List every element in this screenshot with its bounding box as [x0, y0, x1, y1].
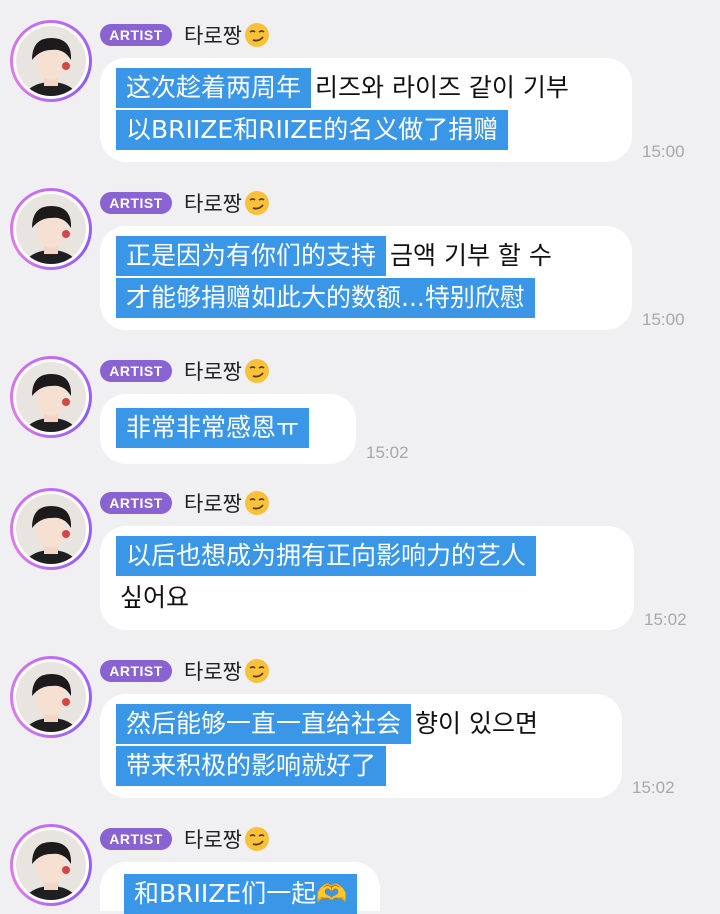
message-line: 非常非常感恩ㅠ — [116, 408, 310, 448]
message-bubble[interactable]: 非常非常感恩ㅠ — [100, 394, 356, 464]
sender-avatar[interactable] — [10, 824, 92, 906]
chat-message: ARTIST 타로짱 和BRIIZE们一起🫶 — [0, 804, 720, 914]
message-line: 싶어요 — [116, 578, 189, 618]
sender-name: 타로짱 — [184, 660, 242, 684]
sender-name: 타로짱 — [184, 492, 242, 516]
smirking-face-icon — [244, 826, 270, 852]
sender-avatar[interactable] — [10, 488, 92, 570]
korean-text: 금액 기부 할 수 — [390, 241, 552, 270]
korean-text: 향이 있으면 — [415, 709, 538, 738]
message-bubble[interactable]: 然后能够一直一直给社会 향이 있으면 带来积极的影响就好了 — [100, 694, 622, 798]
artist-badge: ARTIST — [100, 360, 172, 382]
message-line: 以BRIIZE和RIIZE的名义做了捐赠 — [116, 110, 509, 150]
sender-name-row: 타로짱 — [184, 20, 270, 50]
message-line: 这次趁着两周年 리즈와 라이즈 같이 기부 — [116, 68, 569, 108]
sender-name-row: 타로짱 — [184, 488, 270, 518]
sender-name-row: 타로짱 — [184, 824, 270, 854]
sender-name: 타로짱 — [184, 192, 242, 216]
highlighted-text: 然后能够一直一直给社会 — [116, 704, 412, 744]
message-bubble[interactable]: 这次趁着两周年 리즈와 라이즈 같이 기부 以BRIIZE和RIIZE的名义做了捐… — [100, 58, 632, 162]
artist-badge: ARTIST — [100, 492, 172, 514]
chat-message: ARTIST 타로짱 然后能够一直一直给社会 향이 있으면 带来积极的影响就好了 … — [0, 636, 720, 804]
highlighted-text: 带来积极的影响就好了 — [116, 746, 387, 786]
sender-name: 타로짱 — [184, 360, 242, 384]
chat-message: ARTIST 타로짱 以后也想成为拥有正向影响力的艺人 싶어요 15:02 — [0, 468, 720, 636]
timestamp: 15:00 — [642, 142, 685, 161]
sender-avatar[interactable] — [10, 656, 92, 738]
smirking-face-icon — [244, 658, 270, 684]
sender-name-row: 타로짱 — [184, 356, 270, 386]
timestamp: 15:00 — [642, 310, 685, 329]
sender-name: 타로짱 — [184, 24, 242, 48]
smirking-face-icon — [244, 358, 270, 384]
sender-name-row: 타로짱 — [184, 188, 270, 218]
smirking-face-icon — [244, 490, 270, 516]
highlighted-text: 这次趁着两周年 — [116, 68, 312, 108]
highlighted-text: 正是因为有你们的支持 — [116, 236, 387, 276]
highlighted-text: 非常非常感恩ㅠ — [116, 408, 310, 448]
sender-name: 타로짱 — [184, 828, 242, 852]
highlighted-text: 和BRIIZE们一起🫶 — [124, 874, 358, 914]
highlighted-text: 以BRIIZE和RIIZE的名义做了捐赠 — [116, 110, 509, 150]
smirking-face-icon — [244, 190, 270, 216]
timestamp: 15:02 — [644, 610, 687, 629]
message-line: 然后能够一直一直给社会 향이 있으면 — [116, 704, 538, 744]
smirking-face-icon — [244, 22, 270, 48]
timestamp: 15:02 — [632, 778, 675, 797]
artist-badge: ARTIST — [100, 828, 172, 850]
message-line: 和BRIIZE们一起🫶 — [124, 874, 358, 914]
message-line: 正是因为有你们的支持 금액 기부 할 수 — [116, 236, 552, 276]
message-bubble[interactable]: 以后也想成为拥有正向影响力的艺人 싶어요 — [100, 526, 634, 630]
timestamp: 15:02 — [366, 443, 409, 462]
sender-name-row: 타로짱 — [184, 656, 270, 686]
message-bubble[interactable]: 正是因为有你们的支持 금액 기부 할 수 才能够捐赠如此大的数额...特别欣慰 — [100, 226, 632, 330]
korean-text: 리즈와 라이즈 같이 기부 — [315, 73, 569, 102]
highlighted-text: 以后也想成为拥有正向影响力的艺人 — [116, 536, 537, 576]
sender-avatar[interactable] — [10, 20, 92, 102]
highlighted-text: 才能够捐赠如此大的数额...特别欣慰 — [116, 278, 535, 318]
sender-avatar[interactable] — [10, 188, 92, 270]
artist-badge: ARTIST — [100, 192, 172, 214]
chat-message: ARTIST 타로짱 正是因为有你们的支持 금액 기부 할 수 才能够捐赠如此大的… — [0, 168, 720, 336]
message-line: 以后也想成为拥有正向影响力的艺人 — [116, 536, 537, 576]
artist-badge: ARTIST — [100, 660, 172, 682]
artist-badge: ARTIST — [100, 24, 172, 46]
message-line: 带来积极的影响就好了 — [116, 746, 387, 786]
message-line: 才能够捐赠如此大的数额...特别欣慰 — [116, 278, 535, 318]
korean-text: 싶어요 — [120, 583, 190, 612]
chat-message: ARTIST 타로짱 这次趁着两周年 리즈와 라이즈 같이 기부 以BRIIZE和… — [0, 0, 720, 168]
chat-message: ARTIST 타로짱 非常非常感恩ㅠ 15:02 — [0, 336, 720, 468]
message-bubble[interactable]: 和BRIIZE们一起🫶 — [100, 862, 380, 914]
sender-avatar[interactable] — [10, 356, 92, 438]
